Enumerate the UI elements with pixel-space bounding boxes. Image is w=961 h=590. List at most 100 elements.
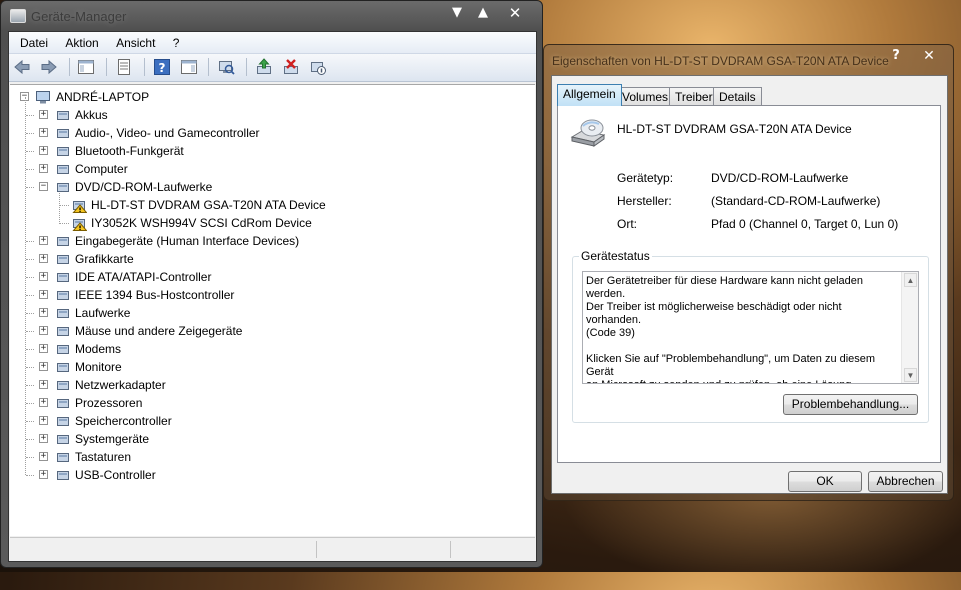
- expand-icon[interactable]: +: [39, 272, 48, 281]
- toolbar-separator: [106, 58, 108, 76]
- expand-icon[interactable]: +: [39, 362, 48, 371]
- tree-item-label: Grafikkarte: [75, 252, 134, 266]
- properties-icon[interactable]: [115, 58, 135, 77]
- root-label: ANDRÉ-LAPTOP: [56, 90, 150, 104]
- expand-icon[interactable]: +: [39, 308, 48, 317]
- device-name: HL-DT-ST DVDRAM GSA-T20N ATA Device: [617, 122, 852, 136]
- firewire-icon: [55, 287, 71, 303]
- tree-item-label: IDE ATA/ATAPI-Controller: [75, 270, 212, 284]
- tree-item-label: Laufwerke: [75, 306, 131, 320]
- action-pane-icon[interactable]: [180, 58, 200, 77]
- tree-guide-line: [26, 151, 34, 152]
- expand-icon[interactable]: +: [39, 164, 48, 173]
- system-devices-icon: [55, 431, 71, 447]
- expand-icon[interactable]: +: [39, 128, 48, 137]
- uninstall-icon[interactable]: [282, 58, 302, 77]
- expand-icon[interactable]: +: [39, 236, 48, 245]
- tab-volumes[interactable]: Volumes: [616, 87, 675, 106]
- cd-drive-warning-icon: [71, 215, 88, 231]
- tree-item-label: Systemgeräte: [75, 432, 150, 446]
- cd-drive-warning-icon: [71, 197, 88, 213]
- tab-details[interactable]: Details: [713, 87, 762, 106]
- tab-allgemein[interactable]: Allgemein: [557, 84, 622, 106]
- tree-guide-line: [59, 205, 69, 206]
- tree-guide-line: [26, 277, 34, 278]
- expand-icon[interactable]: +: [39, 470, 48, 479]
- expand-icon[interactable]: +: [39, 110, 48, 119]
- status-text: Der Gerätetreiber für diese Hardware kan…: [586, 275, 898, 383]
- field-value-ort: Pfad 0 (Channel 0, Target 0, Lun 0): [711, 217, 899, 231]
- expand-icon[interactable]: +: [39, 290, 48, 299]
- tree-item-label: Audio-, Video- und Gamecontroller: [75, 126, 260, 140]
- tree-guide-line: [26, 403, 34, 404]
- scroll-up-icon[interactable]: ▲: [904, 273, 917, 287]
- scroll-down-icon[interactable]: ▼: [904, 368, 917, 382]
- menu-help[interactable]: ?: [166, 32, 187, 54]
- general-tab-panel: HL-DT-ST DVDRAM GSA-T20N ATA Device Gerä…: [557, 105, 941, 463]
- tree-guide-line: [26, 241, 34, 242]
- status-line: (Code 39): [586, 327, 635, 339]
- mouse-icon: [55, 323, 71, 339]
- processor-icon: [55, 395, 71, 411]
- cancel-button[interactable]: Abbrechen: [868, 471, 943, 492]
- cd-drive-icon: [570, 118, 606, 148]
- disable-icon[interactable]: [309, 58, 329, 77]
- device-tree[interactable]: − ANDRÉ-LAPTOP + Akkus + Audio-, Video- und…: [10, 84, 535, 536]
- tree-guide-line: [59, 223, 69, 224]
- status-line: Klicken Sie auf "Problembehandlung", um …: [586, 353, 876, 378]
- expand-icon[interactable]: +: [39, 146, 48, 155]
- menu-bar: Datei Aktion Ansicht ?: [9, 32, 536, 54]
- dialog-close-button[interactable]: ✕: [917, 47, 941, 65]
- menu-datei[interactable]: Datei: [13, 32, 55, 54]
- status-line: Der Gerätetreiber für diese Hardware kan…: [586, 275, 863, 300]
- tree-guide-line: [26, 187, 34, 188]
- show-hide-tree-icon[interactable]: [77, 58, 97, 77]
- ok-button[interactable]: OK: [788, 471, 862, 492]
- tree-item-label: Bluetooth-Funkgerät: [75, 144, 184, 158]
- minimize-button[interactable]: ▼: [445, 4, 469, 22]
- toolbar-separator: [208, 58, 210, 76]
- tree-item-label: Computer: [75, 162, 128, 176]
- expand-icon[interactable]: +: [39, 416, 48, 425]
- tree-guide-line: [59, 193, 60, 224]
- expand-icon[interactable]: +: [39, 380, 48, 389]
- display-adapter-icon: [55, 251, 71, 267]
- back-icon[interactable]: [13, 58, 33, 77]
- tree-item-label: Akkus: [75, 108, 108, 122]
- update-driver-icon[interactable]: [255, 58, 275, 77]
- expand-icon[interactable]: +: [39, 452, 48, 461]
- status-bar: [10, 537, 535, 561]
- close-button[interactable]: ✕: [503, 4, 527, 22]
- status-cell-2: [316, 541, 448, 558]
- maximize-button[interactable]: ▲: [471, 4, 495, 22]
- expand-icon[interactable]: +: [39, 344, 48, 353]
- tree-guide-line: [26, 367, 34, 368]
- tree-guide-line: [26, 385, 34, 386]
- status-line: Der Treiber ist möglicherweise beschädig…: [586, 301, 842, 326]
- device-status-textbox[interactable]: Der Gerätetreiber für diese Hardware kan…: [582, 271, 919, 384]
- expand-icon[interactable]: +: [39, 254, 48, 263]
- tree-item-label: IEEE 1394 Bus-Hostcontroller: [75, 288, 235, 302]
- device-status-group: Gerätestatus Der Gerätetreiber für diese…: [572, 249, 929, 423]
- help-icon[interactable]: ?: [153, 58, 173, 77]
- status-line: [586, 340, 898, 353]
- tree-guide-line: [26, 259, 34, 260]
- menu-ansicht[interactable]: Ansicht: [109, 32, 162, 54]
- tree-item-label: DVD/CD-ROM-Laufwerke: [75, 180, 213, 194]
- status-scrollbar[interactable]: ▲ ▼: [901, 272, 918, 383]
- tab-treiber[interactable]: Treiber: [669, 87, 719, 106]
- expand-icon[interactable]: +: [39, 326, 48, 335]
- cd-drive-icon: [55, 179, 71, 195]
- expand-icon[interactable]: +: [39, 398, 48, 407]
- scan-hardware-icon[interactable]: [217, 58, 237, 77]
- tree-item-label: Netzwerkadapter: [75, 378, 166, 392]
- field-label-typ: Gerätetyp:: [617, 171, 674, 185]
- menu-aktion[interactable]: Aktion: [58, 32, 105, 54]
- expand-icon[interactable]: +: [39, 434, 48, 443]
- troubleshoot-button[interactable]: Problembehandlung...: [783, 394, 918, 415]
- forward-icon[interactable]: [40, 58, 60, 77]
- tree-guide-line: [26, 313, 34, 314]
- computer-icon: [35, 89, 51, 105]
- collapse-icon[interactable]: −: [39, 182, 48, 191]
- help-button[interactable]: ?: [884, 47, 908, 65]
